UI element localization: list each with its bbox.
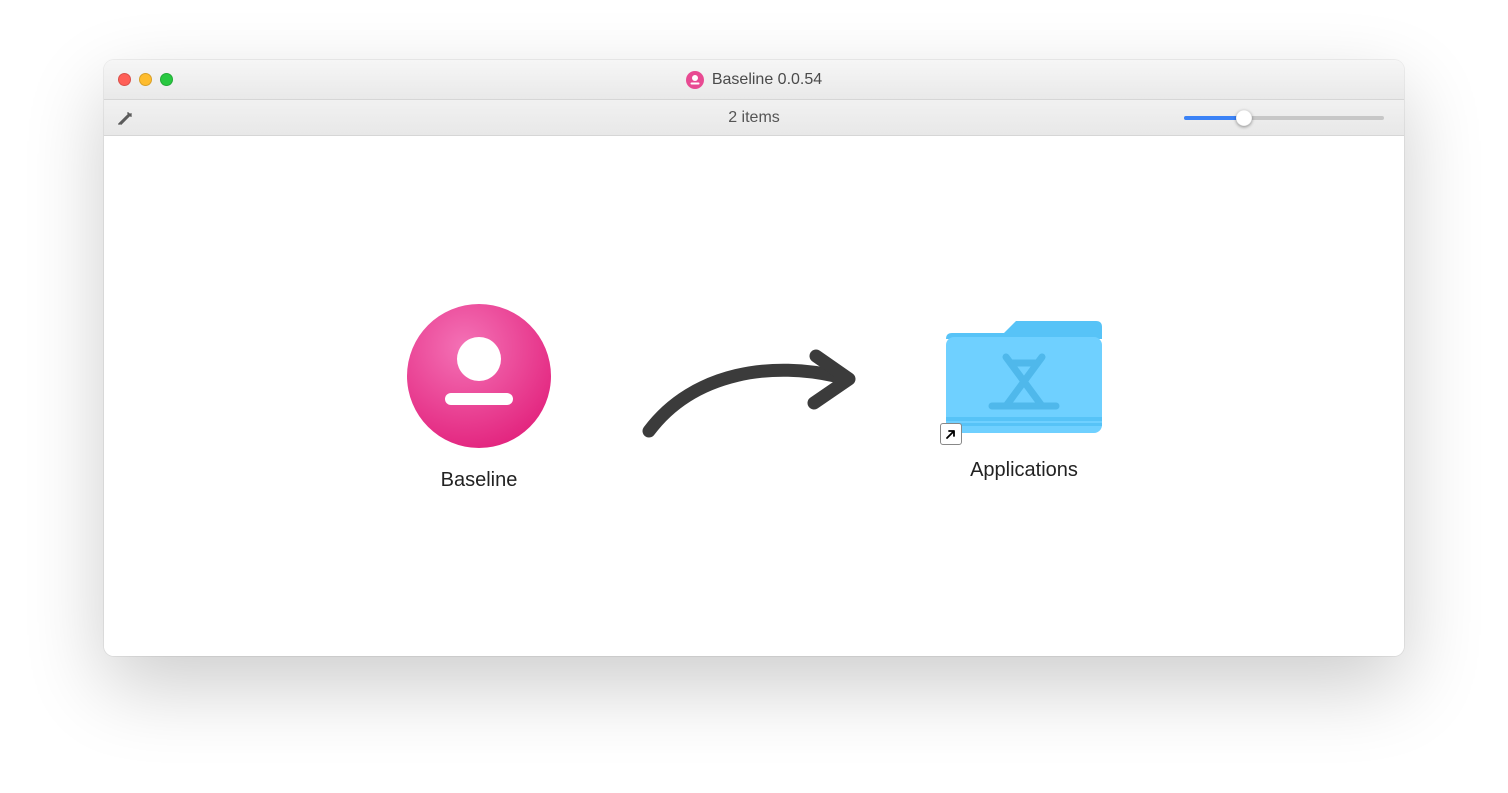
drag-arrow-icon xyxy=(634,341,864,451)
window-titlebar[interactable]: Baseline 0.0.54 xyxy=(104,60,1404,100)
window-toolbar: 2 items xyxy=(104,100,1404,136)
toolbar-action-icon[interactable] xyxy=(104,109,134,127)
applications-folder-item[interactable]: Applications xyxy=(944,311,1104,482)
app-item-label: Baseline xyxy=(441,469,518,492)
applications-item-label: Applications xyxy=(970,459,1078,482)
window-title: Baseline 0.0.54 xyxy=(104,71,1404,89)
minimize-button[interactable] xyxy=(139,73,152,86)
slider-fill xyxy=(1184,116,1244,120)
app-item[interactable]: Baseline xyxy=(404,301,554,492)
dmg-content-area: Baseline xyxy=(104,136,1404,656)
maximize-button[interactable] xyxy=(160,73,173,86)
traffic-lights xyxy=(104,73,173,86)
window-title-text: Baseline 0.0.54 xyxy=(712,71,822,89)
slider-thumb[interactable] xyxy=(1236,110,1252,126)
baseline-app-icon xyxy=(404,301,554,451)
applications-folder-icon xyxy=(944,311,1104,441)
icon-size-slider[interactable] xyxy=(1184,110,1404,126)
baseline-app-icon xyxy=(686,71,704,89)
alias-arrow-icon xyxy=(940,423,962,445)
close-button[interactable] xyxy=(118,73,131,86)
dmg-installer-window: Baseline 0.0.54 2 items xyxy=(104,60,1404,656)
